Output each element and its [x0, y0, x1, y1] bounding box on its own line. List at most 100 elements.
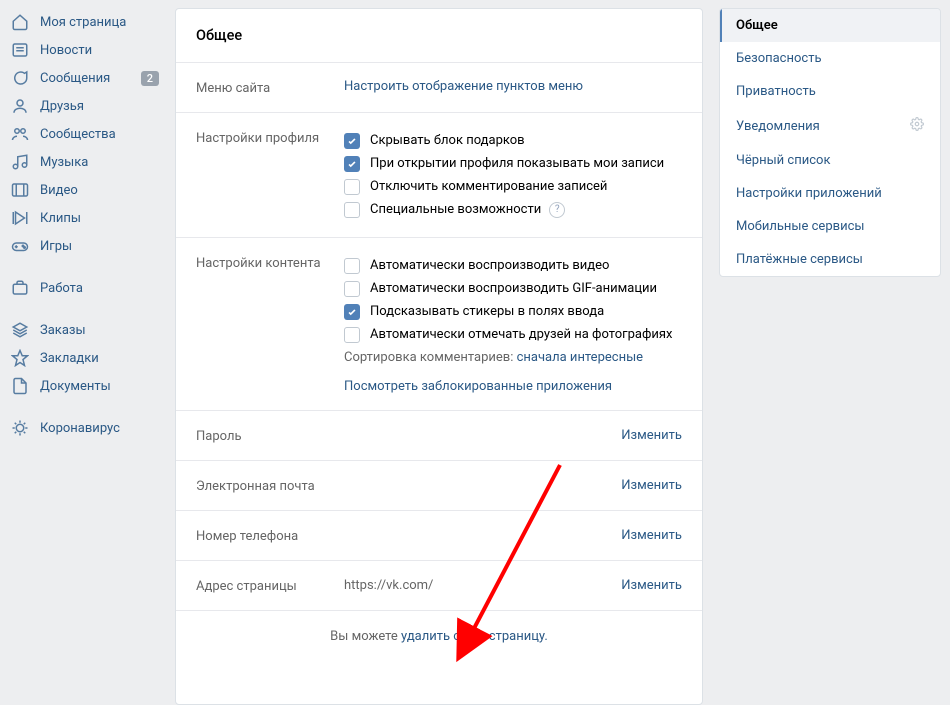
nav-orders[interactable]: Заказы — [0, 316, 173, 344]
gear-icon[interactable] — [910, 117, 924, 135]
checkbox-unchecked-icon — [344, 179, 360, 195]
nav-covid[interactable]: Коронавирус — [0, 414, 173, 442]
checkbox-row[interactable]: Специальные возможности ? — [344, 198, 682, 221]
site-menu-block: Меню сайта Настроить отображение пунктов… — [176, 63, 702, 113]
tab-security[interactable]: Безопасность — [720, 42, 940, 75]
sort-value-link[interactable]: сначала интересные — [517, 350, 643, 365]
nav-docs[interactable]: Документы — [0, 372, 173, 400]
news-icon — [10, 41, 30, 59]
nav-groups[interactable]: Сообщества — [0, 120, 173, 148]
checkbox-unchecked-icon — [344, 202, 360, 218]
checkbox-unchecked-icon — [344, 327, 360, 343]
tab-blacklist[interactable]: Чёрный список — [720, 144, 940, 177]
tab-label: Чёрный список — [736, 153, 830, 168]
nav-label: Видео — [40, 183, 163, 198]
checkbox-checked-icon — [344, 304, 360, 320]
nav-video[interactable]: Видео — [0, 176, 173, 204]
password-row: Пароль Изменить — [176, 411, 702, 461]
checkbox-row[interactable]: При открытии профиля показывать мои запи… — [344, 152, 682, 175]
sort-label: Сортировка комментариев: — [344, 350, 517, 365]
row-label: Адрес страницы — [196, 577, 344, 594]
delete-page-link[interactable]: удалить свою страницу. — [401, 629, 548, 644]
tab-label: Настройки приложений — [736, 186, 882, 201]
home-icon — [10, 13, 30, 31]
nav-label: Клипы — [40, 211, 163, 226]
checkbox-label: При открытии профиля показывать мои запи… — [370, 156, 664, 171]
tab-general[interactable]: Общее — [720, 9, 940, 42]
change-address-link[interactable]: Изменить — [621, 578, 682, 593]
footer-prefix: Вы можете — [330, 629, 401, 644]
nav-messages[interactable]: Сообщения 2 — [0, 64, 173, 92]
checkbox-row[interactable]: Скрывать блок подарков — [344, 129, 682, 152]
tab-apps[interactable]: Настройки приложений — [720, 177, 940, 210]
checkbox-label: Автоматически воспроизводить GIF-анимаци… — [370, 281, 657, 296]
tab-label: Общее — [736, 18, 778, 33]
row-label: Номер телефона — [196, 527, 344, 544]
row-label: Электронная почта — [196, 477, 344, 494]
change-phone-link[interactable]: Изменить — [621, 528, 682, 543]
friends-icon — [10, 97, 30, 115]
delete-page-footer: Вы можете удалить свою страницу. — [176, 611, 702, 662]
music-icon — [10, 153, 30, 171]
site-menu-label: Меню сайта — [196, 79, 344, 96]
nav-label: Закладки — [40, 351, 163, 366]
profile-settings-block: Настройки профиля Скрывать блок подарков… — [176, 113, 702, 238]
nav-label: Заказы — [40, 323, 163, 338]
site-menu-link[interactable]: Настроить отображение пунктов меню — [344, 79, 583, 94]
checkbox-row[interactable]: Автоматически отмечать друзей на фотогра… — [344, 323, 682, 346]
docs-icon — [10, 377, 30, 395]
orders-icon — [10, 321, 30, 339]
nav-work[interactable]: Работа — [0, 274, 173, 302]
checkbox-unchecked-icon — [344, 281, 360, 297]
checkbox-checked-icon — [344, 156, 360, 172]
row-label: Пароль — [196, 427, 344, 444]
tab-notifications[interactable]: Уведомления — [720, 108, 940, 144]
nav-bookmarks[interactable]: Закладки — [0, 344, 173, 372]
tab-label: Безопасность — [736, 51, 822, 66]
email-row: Электронная почта Изменить — [176, 461, 702, 511]
checkbox-label: Скрывать блок подарков — [370, 133, 525, 148]
work-icon — [10, 279, 30, 297]
nav-badge: 2 — [141, 71, 159, 86]
tab-label: Приватность — [736, 84, 816, 99]
messages-icon — [10, 69, 30, 87]
nav-label: Работа — [40, 281, 163, 296]
content-settings-block: Настройки контента Автоматически воспрои… — [176, 238, 702, 411]
nav-label: Сообщения — [40, 71, 141, 86]
help-icon[interactable]: ? — [549, 202, 565, 218]
tab-label: Мобильные сервисы — [736, 219, 864, 234]
nav-label: Новости — [40, 43, 163, 58]
nav-music[interactable]: Музыка — [0, 148, 173, 176]
checkbox-row[interactable]: Автоматически воспроизводить GIF-анимаци… — [344, 277, 682, 300]
tab-privacy[interactable]: Приватность — [720, 75, 940, 108]
settings-tabs: Общее Безопасность Приватность Уведомлен… — [719, 8, 941, 277]
settings-panel: Общее Меню сайта Настроить отображение п… — [175, 8, 703, 705]
tab-mobile[interactable]: Мобильные сервисы — [720, 210, 940, 243]
page-title: Общее — [176, 9, 702, 63]
tab-payments[interactable]: Платёжные сервисы — [720, 243, 940, 276]
content-settings-label: Настройки контента — [196, 254, 344, 394]
covid-icon — [10, 419, 30, 437]
checkbox-label: Автоматически воспроизводить видео — [370, 258, 609, 273]
nav-label: Документы — [40, 379, 163, 394]
checkbox-row[interactable]: Автоматически воспроизводить видео — [344, 254, 682, 277]
checkbox-label: Специальные возможности — [370, 202, 541, 217]
nav-label: Сообщества — [40, 127, 163, 142]
nav-mypage[interactable]: Моя страница — [0, 8, 173, 36]
nav-clips[interactable]: Клипы — [0, 204, 173, 232]
checkbox-row[interactable]: Подсказывать стикеры в полях ввода — [344, 300, 682, 323]
nav-label: Коронавирус — [40, 421, 163, 436]
tab-label: Уведомления — [736, 119, 820, 134]
nav-games[interactable]: Игры — [0, 232, 173, 260]
nav-friends[interactable]: Друзья — [0, 92, 173, 120]
change-email-link[interactable]: Изменить — [621, 478, 682, 493]
nav-news[interactable]: Новости — [0, 36, 173, 64]
checkbox-row[interactable]: Отключить комментирование записей — [344, 175, 682, 198]
page-address-row: Адрес страницы https://vk.com/ Изменить — [176, 561, 702, 611]
change-password-link[interactable]: Изменить — [621, 428, 682, 443]
row-value: https://vk.com/ — [344, 578, 621, 593]
blocked-apps-link[interactable]: Посмотреть заблокированные приложения — [344, 369, 682, 394]
left-sidebar: Моя страница Новости Сообщения 2 Друзья … — [0, 0, 173, 705]
games-icon — [10, 237, 30, 255]
checkbox-unchecked-icon — [344, 258, 360, 274]
